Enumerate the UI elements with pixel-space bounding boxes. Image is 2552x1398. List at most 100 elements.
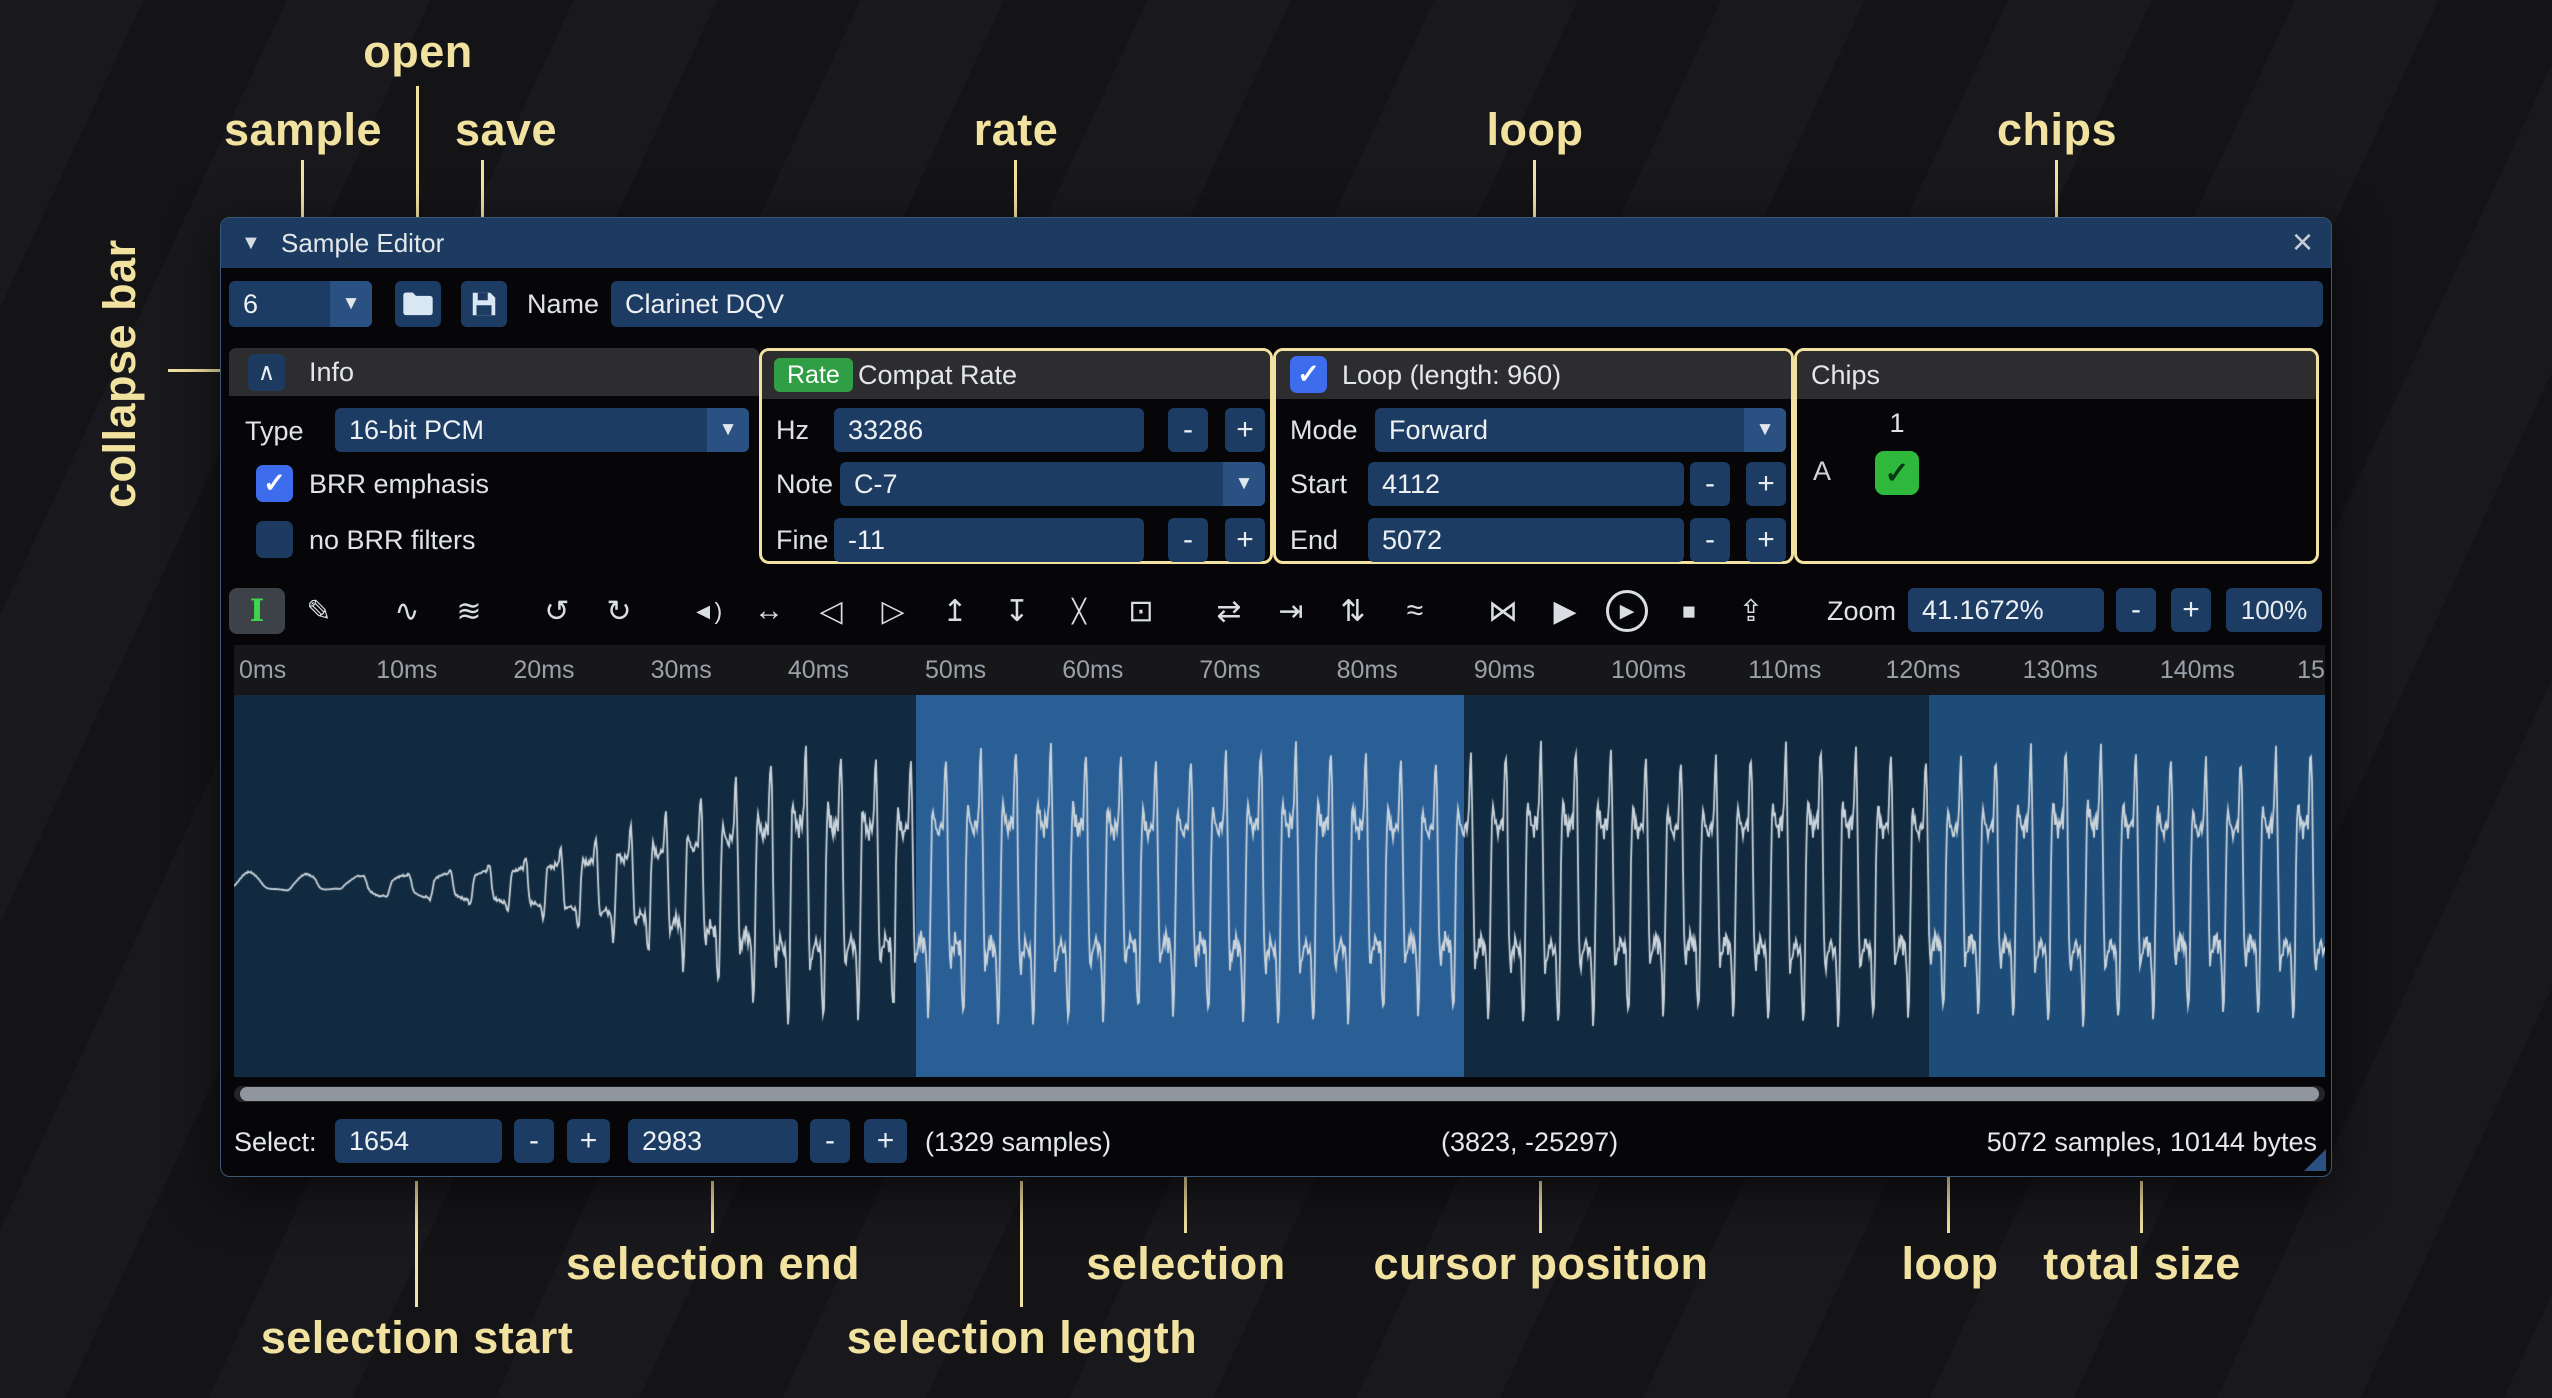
annotation-save: save xyxy=(455,104,557,156)
plus-icon: + xyxy=(1757,523,1775,557)
make-instrument-icon[interactable]: ∿ xyxy=(379,588,435,634)
timeline-label: 50ms xyxy=(925,645,986,695)
chip-enable-checkbox[interactable]: ✓ xyxy=(1875,451,1919,495)
note-value: C-7 xyxy=(854,469,898,500)
amplify-icon[interactable]: ↔ xyxy=(741,588,797,634)
minus-icon: - xyxy=(1705,523,1715,557)
selection-end-field[interactable]: 2983 xyxy=(628,1119,798,1163)
name-field[interactable]: Clarinet DQV xyxy=(611,281,2323,327)
fine-plus-button[interactable]: + xyxy=(1225,518,1265,562)
note-selector[interactable]: C-7 ▼ xyxy=(840,462,1265,506)
normalize-icon[interactable]: ⇥ xyxy=(1263,588,1319,634)
name-value: Clarinet DQV xyxy=(625,289,784,320)
loop-end-plus-button[interactable]: + xyxy=(1746,518,1786,562)
stop-icon[interactable]: ■ xyxy=(1661,588,1717,634)
annotation-loop-bottom: loop xyxy=(1902,1238,1999,1290)
no-brr-filters-label: no BRR filters xyxy=(309,518,476,562)
selection-start-field[interactable]: 1654 xyxy=(335,1119,502,1163)
save-button[interactable] xyxy=(461,281,507,327)
timeline-label: 120ms xyxy=(1885,645,1960,695)
preview-icon[interactable]: ◄) xyxy=(679,588,735,634)
sample-number: 6 xyxy=(243,289,258,320)
rate-panel: Rate Compat Rate Hz 33286 - + Note C-7 ▼… xyxy=(759,348,1273,564)
trim-icon[interactable]: ⊡ xyxy=(1113,588,1169,634)
chip-row-label: A xyxy=(1813,449,1831,493)
selection-end-plus-button[interactable]: + xyxy=(864,1119,907,1163)
invert-icon[interactable]: ⇅ xyxy=(1325,588,1381,634)
loop-checkbox[interactable]: ✓ xyxy=(1290,356,1327,393)
loop-start-field[interactable]: 4112 xyxy=(1368,462,1684,506)
undo-icon[interactable]: ↺ xyxy=(529,588,585,634)
minus-icon: - xyxy=(1705,467,1715,501)
timeline-label: 100ms xyxy=(1611,645,1686,695)
open-button[interactable] xyxy=(395,281,441,327)
redo-icon[interactable]: ↻ xyxy=(591,588,647,634)
crossfade-loop-icon[interactable]: ⋈ xyxy=(1475,588,1531,634)
resize-icon[interactable]: ↧ xyxy=(989,588,1045,634)
annotation-line-selection-start xyxy=(415,1181,418,1307)
selection-length-text: (1329 samples) xyxy=(925,1117,1111,1167)
info-title: Info xyxy=(309,348,354,396)
selection-start-plus-button[interactable]: + xyxy=(567,1119,610,1163)
selection-end-value: 2983 xyxy=(642,1126,702,1157)
close-icon[interactable]: × xyxy=(2292,218,2313,266)
timeline-label: 60ms xyxy=(1062,645,1123,695)
zoom-field[interactable]: 41.1672% xyxy=(1908,588,2104,632)
edit-cursor-icon[interactable]: I xyxy=(229,588,285,634)
make-wavetable-icon[interactable]: ≋ xyxy=(441,588,497,634)
brr-emphasis-checkbox[interactable]: ✓ xyxy=(256,465,293,502)
delete-icon[interactable]: ╳ xyxy=(1051,588,1107,634)
collapse-bar-button[interactable]: ∧ xyxy=(248,354,285,391)
loop-end-minus-button[interactable]: - xyxy=(1690,518,1730,562)
loop-start-plus-button[interactable]: + xyxy=(1746,462,1786,506)
chevron-down-icon: ▼ xyxy=(1223,462,1265,506)
pencil-icon[interactable]: ✎ xyxy=(291,588,347,634)
sample-selector[interactable]: 6 ▼ xyxy=(229,281,372,327)
export-icon[interactable]: ⇪ xyxy=(1723,588,1779,634)
waveform-canvas[interactable] xyxy=(234,695,2325,1077)
fine-field[interactable]: -11 xyxy=(834,518,1144,562)
note-label: Note xyxy=(776,462,833,506)
fade-in-icon[interactable]: ◁ xyxy=(803,588,859,634)
insert-silence-icon[interactable]: ↥ xyxy=(927,588,983,634)
scrollbar-thumb[interactable] xyxy=(240,1087,2319,1101)
zoom-out-button[interactable]: - xyxy=(2116,588,2156,632)
annotation-loop-top: loop xyxy=(1487,104,1584,156)
timeline-label: 70ms xyxy=(1199,645,1260,695)
no-brr-filters-checkbox[interactable] xyxy=(256,521,293,558)
zoom-reset-label: 100% xyxy=(2241,595,2308,626)
fade-out-icon[interactable]: ▷ xyxy=(865,588,921,634)
reverse-icon[interactable]: ⇄ xyxy=(1201,588,1257,634)
selection-end-minus-button[interactable]: - xyxy=(810,1119,850,1163)
resize-grip[interactable] xyxy=(2304,1149,2326,1171)
type-selector[interactable]: 16-bit PCM ▼ xyxy=(335,408,749,452)
chevron-down-icon: ▼ xyxy=(330,281,372,327)
hz-plus-button[interactable]: + xyxy=(1225,408,1265,452)
rate-title: Compat Rate xyxy=(858,351,1017,399)
fine-minus-button[interactable]: - xyxy=(1168,518,1208,562)
selection-start-minus-button[interactable]: - xyxy=(514,1119,554,1163)
waveform-display[interactable] xyxy=(234,695,2325,1077)
loop-end-field[interactable]: 5072 xyxy=(1368,518,1684,562)
hz-minus-button[interactable]: - xyxy=(1168,408,1208,452)
hz-field[interactable]: 33286 xyxy=(834,408,1144,452)
toolbar-icon-group: I✎∿≋↺↻◄)↔◁▷↥↧╳⊡⇄⇥⇅≈⋈▶▶■⇪ xyxy=(229,585,1785,637)
loop-title: Loop (length: 960) xyxy=(1342,351,1561,399)
loop-mode-selector[interactable]: Forward ▼ xyxy=(1375,408,1786,452)
loop-start-minus-button[interactable]: - xyxy=(1690,462,1730,506)
zoom-in-button[interactable]: + xyxy=(2171,588,2211,632)
annotation-cursor-position: cursor position xyxy=(1373,1238,1708,1290)
zoom-reset-button[interactable]: 100% xyxy=(2226,588,2322,632)
waveform-scrollbar[interactable] xyxy=(234,1086,2325,1102)
window-titlebar[interactable]: ▼ Sample Editor × xyxy=(221,218,2331,268)
annotation-selection-start: selection start xyxy=(261,1312,574,1364)
rate-badge: Rate xyxy=(774,358,853,392)
annotation-selection-end: selection end xyxy=(566,1238,860,1290)
timeline-ruler[interactable]: 0ms10ms20ms30ms40ms50ms60ms70ms80ms90ms1… xyxy=(234,645,2325,695)
filter-icon[interactable]: ≈ xyxy=(1387,588,1443,634)
window-collapse-icon[interactable]: ▼ xyxy=(241,218,261,268)
brr-emphasis-label: BRR emphasis xyxy=(309,462,489,506)
loop-mode-value: Forward xyxy=(1389,415,1488,446)
play-region-icon[interactable]: ▶ xyxy=(1606,590,1648,632)
play-icon[interactable]: ▶ xyxy=(1537,588,1593,634)
